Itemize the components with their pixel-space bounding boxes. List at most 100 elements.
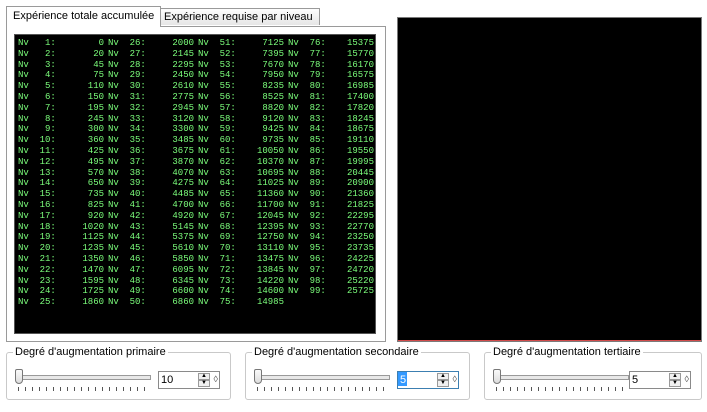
level-label: Nv 23: (18, 275, 56, 286)
secondary-slider[interactable] (252, 367, 392, 393)
diamond-icon[interactable]: ◊ (214, 374, 218, 384)
up-arrow-icon[interactable]: ▲ (669, 373, 681, 380)
slider-thumb[interactable] (15, 369, 23, 384)
level-xp: 6600 (172, 286, 194, 297)
level-xp: 13110 (256, 243, 284, 254)
primary-spinbox[interactable]: ▲ ▼ ◊ (158, 371, 220, 389)
level-label: Nv 24: (18, 286, 56, 297)
level-label: Nv 16: (18, 199, 56, 210)
level-label: Nv 29: (108, 70, 146, 81)
level-cell: Nv 73: 14220 (198, 276, 288, 287)
level-xp: 10695 (256, 167, 284, 178)
level-xp: 9425 (262, 124, 284, 135)
secondary-spinbox[interactable]: ▲ ▼ ◊ (397, 371, 459, 389)
level-cell: Nv 51: 7125 (198, 38, 288, 49)
level-cell: Nv 33: 3120 (108, 114, 198, 125)
level-cell: Nv 46: 5850 (108, 254, 198, 265)
diamond-icon[interactable]: ◊ (453, 374, 457, 384)
level-label: Nv 55: (198, 81, 236, 92)
level-xp: 15770 (346, 48, 374, 59)
level-label: Nv 34: (108, 124, 146, 135)
level-label: Nv 51: (198, 38, 236, 48)
level-cell: Nv 92: 22295 (288, 211, 375, 222)
level-cell: Nv 15: 735 (18, 189, 108, 200)
level-cell: Nv 57: 8820 (198, 103, 288, 114)
level-label: Nv 69: (198, 232, 236, 243)
level-label: Nv 49: (108, 286, 146, 297)
tertiary-slider[interactable] (491, 367, 631, 393)
level-xp: 425 (87, 145, 104, 156)
level-label: Nv 39: (108, 178, 146, 189)
level-xp: 2610 (172, 81, 194, 92)
level-label: Nv 93: (288, 221, 326, 232)
level-xp: 495 (87, 156, 104, 167)
level-xp: 8525 (262, 91, 284, 102)
level-xp: 24225 (346, 253, 374, 264)
spin-buttons: ▲ ▼ (669, 373, 681, 387)
down-arrow-icon[interactable]: ▼ (437, 380, 449, 387)
tertiary-value-input[interactable] (632, 373, 670, 387)
level-xp: 3870 (172, 156, 194, 167)
tab-total-experience[interactable]: Expérience totale accumulée (6, 6, 162, 27)
level-xp: 6345 (172, 275, 194, 286)
diamond-icon[interactable]: ◊ (685, 374, 689, 384)
experience-table: Nv 1: 0 Nv 26: 2000 Nv 51: 7125 Nv 76: 15375 Nv … (18, 38, 375, 308)
level-cell: Nv 19: 1125 (18, 232, 108, 243)
level-label: Nv 97: (288, 264, 326, 275)
level-cell: Nv 50: 6860 (108, 297, 198, 308)
level-cell: Nv 2: 20 (18, 49, 108, 60)
level-xp: 1725 (82, 286, 104, 297)
level-cell: Nv 59: 9425 (198, 124, 288, 135)
level-label: Nv 95: (288, 243, 326, 254)
level-label: Nv 68: (198, 221, 236, 232)
level-label: Nv 61: (198, 145, 236, 156)
level-cell: Nv 60: 9735 (198, 135, 288, 146)
up-arrow-icon[interactable]: ▲ (437, 373, 449, 380)
level-label: Nv 26: (108, 38, 146, 48)
slider-thumb[interactable] (493, 369, 501, 384)
level-xp: 2000 (172, 38, 194, 48)
level-cell: Nv 52: 7395 (198, 49, 288, 60)
level-label: Nv 3: (18, 59, 56, 70)
level-xp: 2145 (172, 48, 194, 59)
table-row: Nv 21: 1350 Nv 46: 5850 Nv 71: 13475 Nv 96: 242… (18, 253, 375, 265)
level-label: Nv 83: (288, 113, 326, 124)
level-label: Nv 8: (18, 113, 56, 124)
level-xp: 6095 (172, 264, 194, 275)
tertiary-spinbox[interactable]: ▲ ▼ ◊ (629, 371, 691, 389)
level-label: Nv 58: (198, 113, 236, 124)
down-arrow-icon[interactable]: ▼ (198, 380, 210, 387)
level-xp: 20900 (346, 178, 374, 189)
level-label: Nv 30: (108, 81, 146, 92)
tab-required-experience[interactable]: Expérience requise par niveau (157, 8, 320, 25)
primary-slider[interactable] (13, 367, 153, 393)
level-xp: 3675 (172, 145, 194, 156)
level-cell: Nv 12: 495 (18, 157, 108, 168)
down-arrow-icon[interactable]: ▼ (669, 380, 681, 387)
level-cell: Nv 48: 6345 (108, 276, 198, 287)
table-row: Nv 15: 735 Nv 40: 4485 Nv 65: 11360 Nv 90: 2136… (18, 189, 375, 200)
level-label: Nv 33: (108, 113, 146, 124)
primary-value-input[interactable] (161, 373, 199, 387)
level-label: Nv 17: (18, 210, 56, 221)
up-arrow-icon[interactable]: ▲ (198, 373, 210, 380)
level-label: Nv 2: (18, 48, 56, 59)
level-xp: 7125 (262, 38, 284, 48)
level-xp: 4485 (172, 189, 194, 200)
level-label: Nv 57: (198, 102, 236, 113)
level-cell: Nv 14: 650 (18, 178, 108, 189)
level-label: Nv 74: (198, 286, 236, 297)
secondary-value-input[interactable] (400, 373, 438, 387)
slider-thumb[interactable] (254, 369, 262, 384)
level-label: Nv 48: (108, 275, 146, 286)
level-xp: 1125 (82, 232, 104, 243)
level-xp: 19110 (346, 135, 374, 146)
level-cell: Nv 27: 2145 (108, 49, 198, 60)
level-cell: Nv 31: 2775 (108, 92, 198, 103)
level-label: Nv 73: (198, 275, 236, 286)
table-row: Nv 16: 825 Nv 41: 4700 Nv 66: 11700 Nv 91: 2182… (18, 199, 375, 211)
level-cell: Nv 93: 22770 (288, 221, 375, 233)
level-cell: Nv 78: 16170 (288, 60, 375, 71)
level-cell: Nv 43: 5145 (108, 222, 198, 233)
level-cell: Nv 74: 14600 (198, 286, 288, 297)
